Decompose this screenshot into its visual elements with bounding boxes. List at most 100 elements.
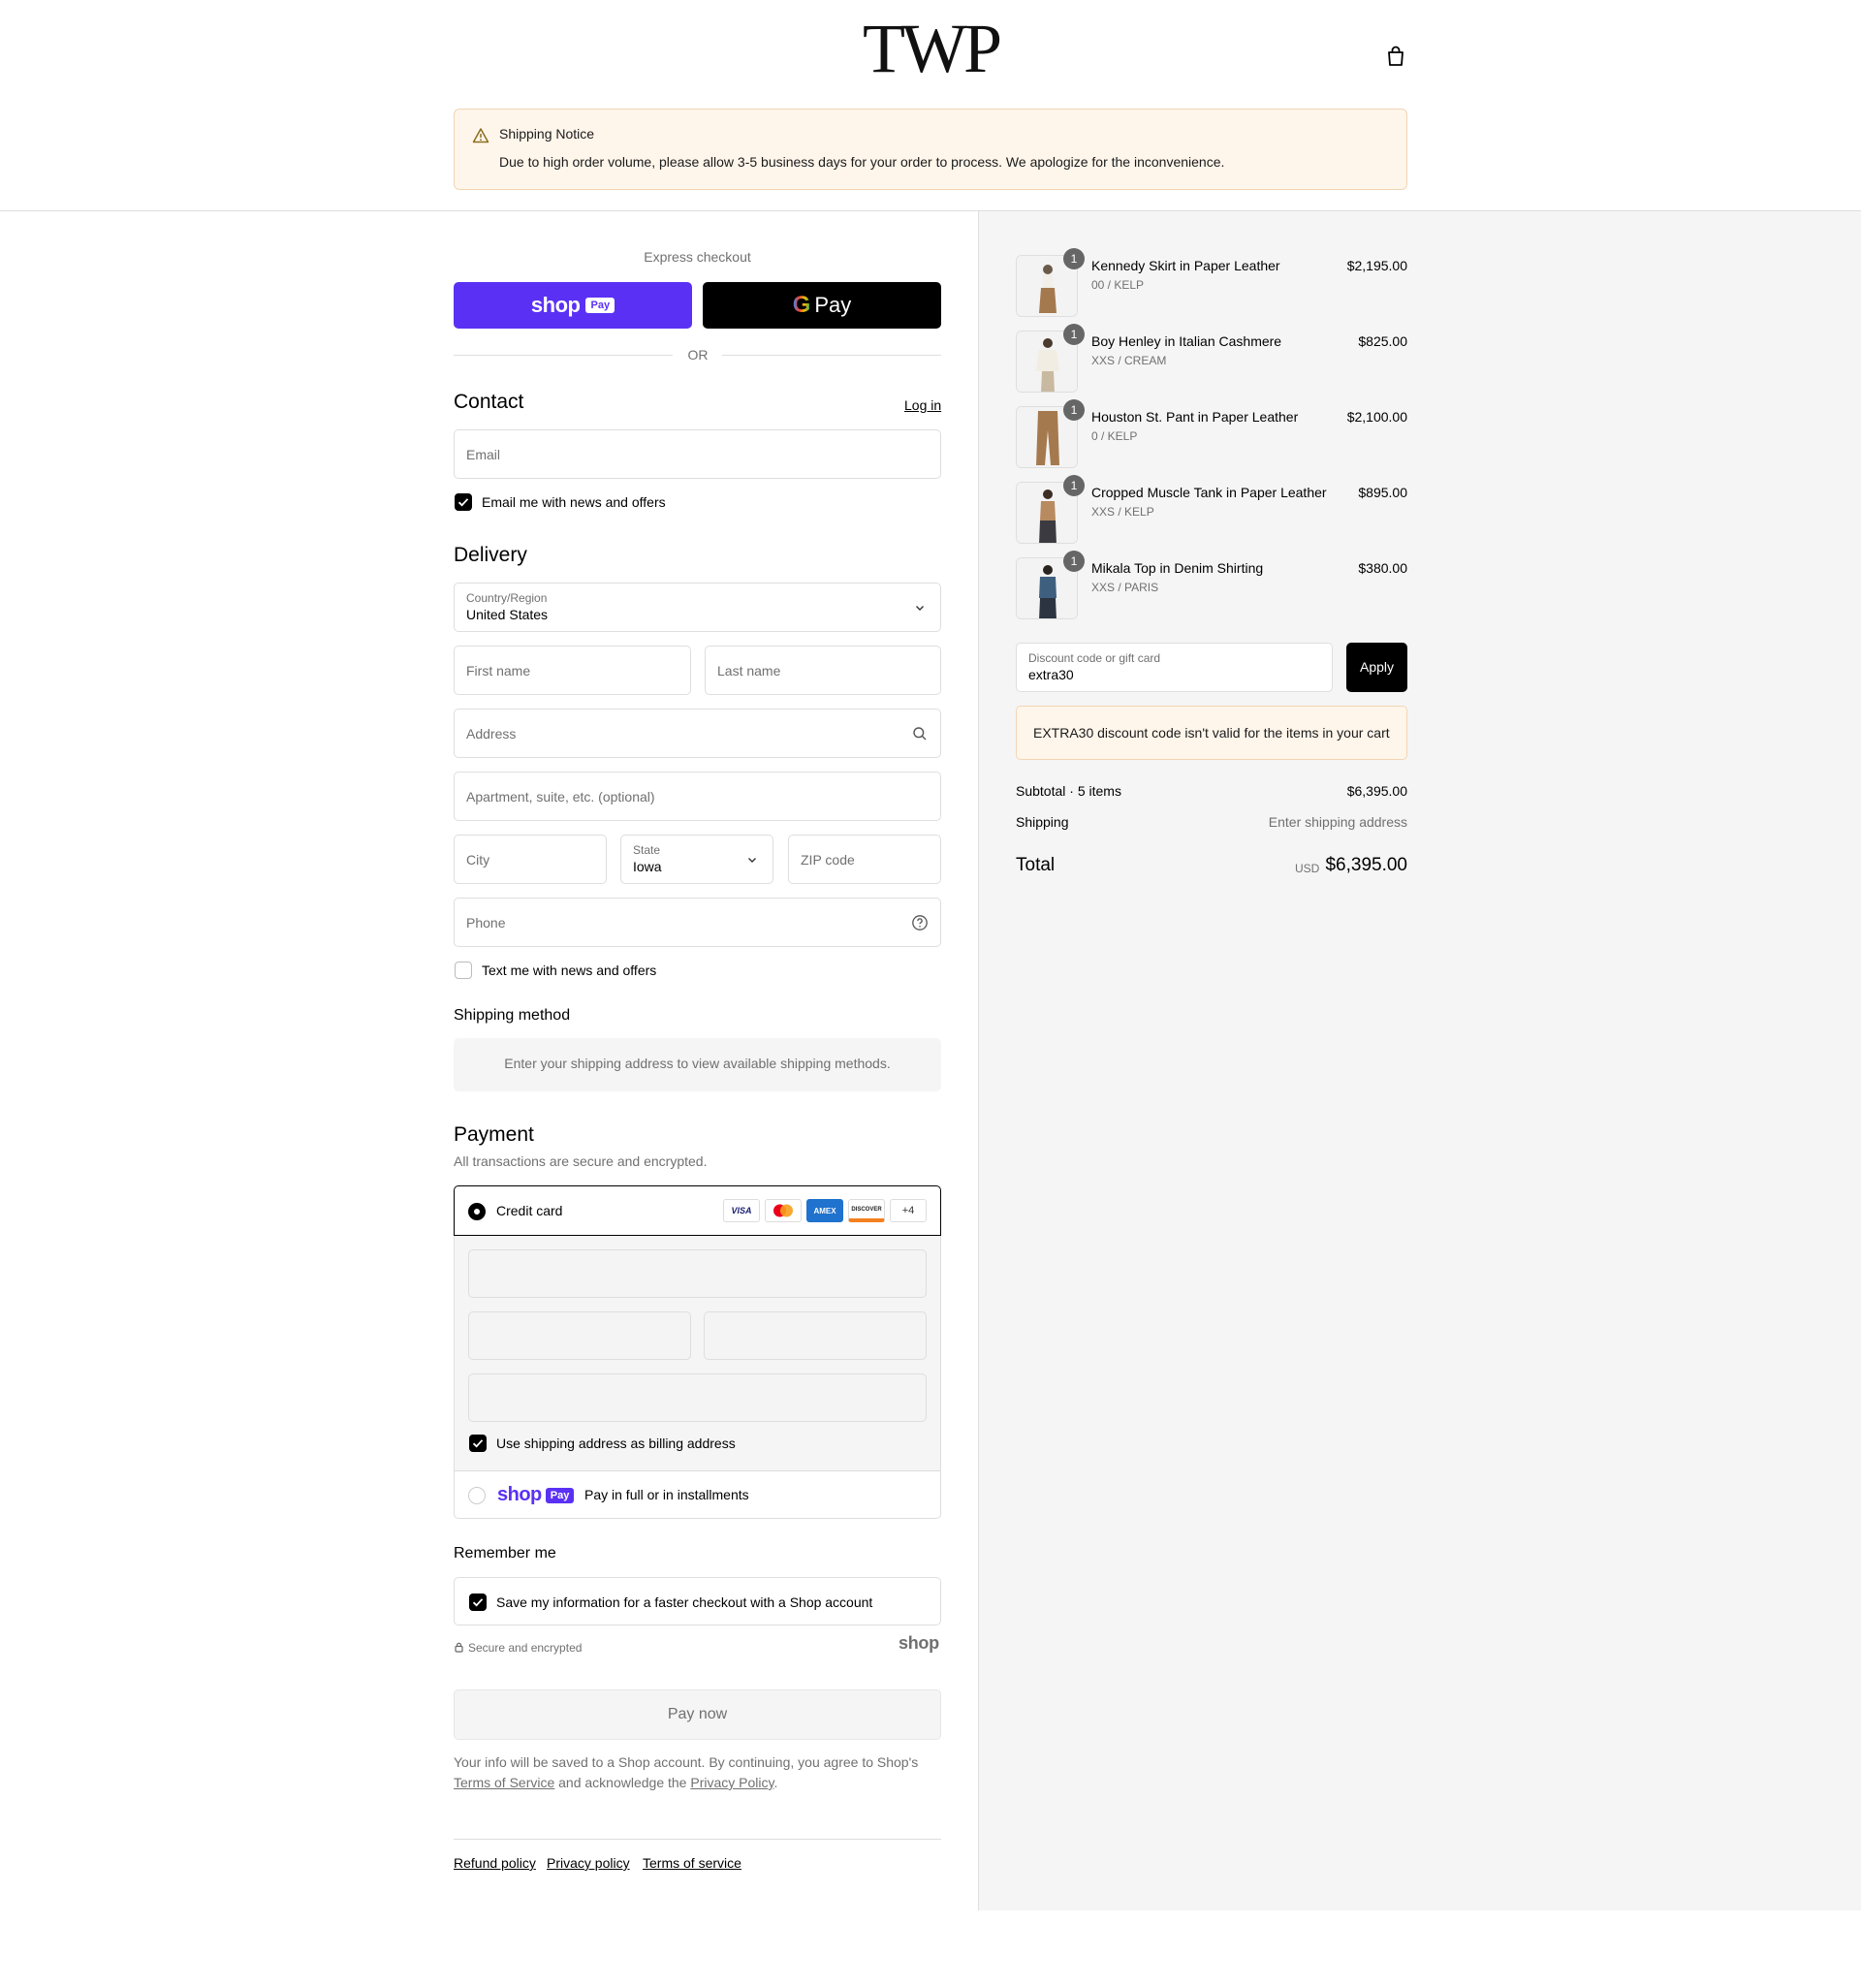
card-expiry-field[interactable]: [468, 1311, 691, 1360]
save-info-checkbox[interactable]: [469, 1594, 487, 1611]
address-field[interactable]: Address: [454, 709, 941, 758]
item-price: $380.00: [1358, 560, 1407, 576]
shop-pay-chip: Pay: [545, 1487, 575, 1503]
billing-same-checkbox[interactable]: [469, 1435, 487, 1452]
card-number-field[interactable]: [468, 1249, 927, 1298]
phone-field[interactable]: Phone: [454, 898, 941, 947]
divider-left: [454, 355, 673, 356]
google-pay-wordmark: Pay: [814, 293, 852, 317]
subtotal-value: $6,395.00: [1346, 783, 1407, 799]
city-field[interactable]: City: [454, 835, 607, 884]
first-name-placeholder: First name: [466, 662, 531, 678]
item-variant: 0 / KELP: [1091, 429, 1138, 443]
google-g-icon: G: [792, 292, 811, 318]
item-name: Kennedy Skirt in Paper Leather: [1091, 258, 1280, 273]
express-checkout-label: Express checkout: [644, 249, 751, 265]
last-name-field[interactable]: Last name: [705, 646, 941, 695]
terms-of-service-link[interactable]: Terms of Service: [454, 1775, 554, 1790]
mastercard-icon: [765, 1199, 802, 1222]
credit-card-option[interactable]: Credit card VISA AMEX DISCOVER +4: [454, 1185, 941, 1236]
legal-suffix: .: [773, 1775, 778, 1790]
legal-text: Your info will be saved to a Shop accoun…: [454, 1752, 941, 1793]
legal-prefix: Your info will be saved to a Shop accoun…: [454, 1754, 919, 1770]
credit-card-label: Credit card: [496, 1203, 563, 1218]
amex-icon: AMEX: [806, 1199, 843, 1222]
text-news-checkbox[interactable]: [455, 962, 472, 979]
remember-me-heading: Remember me: [454, 1545, 556, 1562]
email-field[interactable]: Email: [454, 429, 941, 479]
legal-middle: and acknowledge the: [558, 1775, 687, 1790]
shop-pay-button[interactable]: shop Pay: [454, 282, 692, 329]
checkmark-icon: [457, 498, 469, 507]
privacy-policy-link[interactable]: Privacy Policy: [690, 1775, 773, 1790]
shop-pay-chip: Pay: [585, 298, 615, 313]
quantity-badge: 1: [1063, 399, 1085, 421]
shop-pay-wordmark: shop: [497, 1484, 542, 1505]
state-label: State: [633, 843, 661, 857]
shop-pay-option-label: Pay in full or in installments: [584, 1487, 749, 1502]
item-name: Cropped Muscle Tank in Paper Leather: [1091, 485, 1327, 500]
country-select[interactable]: Country/Region United States: [454, 583, 941, 632]
discount-value: extra30: [1028, 667, 1074, 682]
google-pay-button[interactable]: G Pay: [703, 282, 941, 329]
billing-same-label: Use shipping address as billing address: [496, 1436, 736, 1451]
or-divider-text: OR: [687, 347, 709, 363]
footer-divider: [454, 1839, 941, 1840]
more-cards-badge: +4: [890, 1199, 927, 1222]
total-value: $6,395.00: [1325, 855, 1407, 875]
city-placeholder: City: [466, 851, 490, 868]
email-news-checkbox[interactable]: [455, 493, 472, 511]
phone-placeholder: Phone: [466, 914, 506, 931]
text-news-label: Text me with news and offers: [482, 962, 657, 978]
email-placeholder: Email: [466, 446, 501, 462]
country-value: United States: [466, 607, 549, 622]
brand-logo[interactable]: TWP: [853, 10, 1008, 87]
total-label: Total: [1016, 855, 1056, 875]
item-name: Mikala Top in Denim Shirting: [1091, 560, 1264, 576]
footer-terms-link[interactable]: Terms of service: [643, 1855, 741, 1871]
total-currency: USD: [1295, 862, 1320, 875]
chevron-down-icon: [916, 605, 924, 611]
apartment-field[interactable]: Apartment, suite, etc. (optional): [454, 772, 941, 821]
item-variant: 00 / KELP: [1091, 278, 1145, 292]
card-cvc-field[interactable]: [704, 1311, 927, 1360]
item-price: $2,100.00: [1346, 409, 1407, 425]
shipping-label: Shipping: [1016, 814, 1069, 830]
credit-card-radio[interactable]: [468, 1203, 486, 1220]
shop-pay-option[interactable]: shop Pay Pay in full or in installments: [454, 1470, 941, 1519]
discount-code-field[interactable]: Discount code or gift card extra30: [1016, 643, 1333, 692]
zip-field[interactable]: ZIP code: [788, 835, 941, 884]
refund-policy-link[interactable]: Refund policy: [454, 1855, 536, 1871]
divider-right: [722, 355, 941, 356]
checkmark-icon: [472, 1439, 484, 1448]
shop-pay-radio[interactable]: [468, 1487, 486, 1504]
login-link[interactable]: Log in: [904, 397, 941, 413]
discount-error-message: EXTRA30 discount code isn't valid for th…: [1016, 706, 1407, 760]
first-name-field[interactable]: First name: [454, 646, 691, 695]
country-label: Country/Region: [466, 591, 548, 605]
shop-logo: shop: [899, 1633, 939, 1653]
shipping-method-box: Enter your shipping address to view avai…: [454, 1038, 941, 1091]
site-header: TWP Shipping Notice Due to high order vo…: [0, 0, 1861, 211]
shipping-value: Enter shipping address: [1268, 814, 1407, 830]
subtotal-label: Subtotal · 5 items: [1016, 783, 1121, 799]
state-select[interactable]: State Iowa: [620, 835, 773, 884]
item-price: $2,195.00: [1346, 258, 1407, 273]
item-variant: XXS / CREAM: [1091, 354, 1167, 367]
pay-now-button[interactable]: Pay now: [454, 1689, 941, 1740]
remember-me-box: Save my information for a faster checkou…: [454, 1577, 941, 1625]
card-name-field[interactable]: [468, 1373, 927, 1422]
lock-icon: [455, 1642, 463, 1653]
quantity-badge: 1: [1063, 248, 1085, 269]
discount-label: Discount code or gift card: [1028, 651, 1161, 665]
footer-privacy-policy-link[interactable]: Privacy policy: [547, 1855, 630, 1871]
shipping-method-message: Enter your shipping address to view avai…: [504, 1056, 891, 1071]
save-info-label: Save my information for a faster checkou…: [496, 1594, 873, 1610]
item-name: Boy Henley in Italian Cashmere: [1091, 333, 1282, 349]
shop-pay-logo: shop Pay: [497, 1484, 575, 1506]
help-icon[interactable]: [911, 914, 929, 931]
cart-button[interactable]: [1382, 43, 1409, 70]
item-price: $895.00: [1358, 485, 1407, 500]
apply-discount-button[interactable]: Apply: [1346, 643, 1407, 692]
chevron-down-icon: [748, 857, 756, 863]
